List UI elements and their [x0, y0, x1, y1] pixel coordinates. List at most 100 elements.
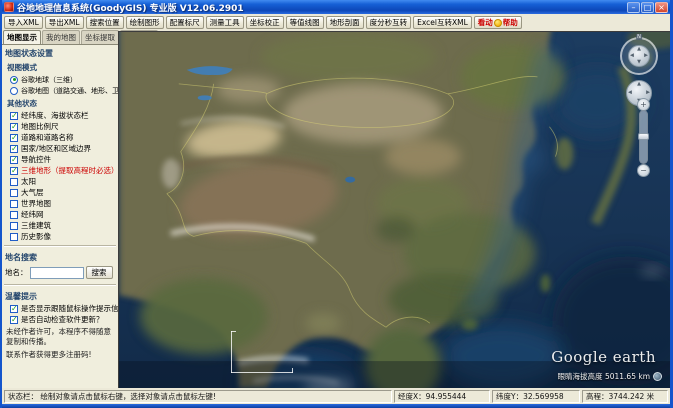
- radio-icon: [10, 87, 18, 95]
- search-label: 地名：: [5, 267, 28, 278]
- eye-altitude-readout: 眼睛海拔高度 5011.65 km: [558, 371, 662, 382]
- license-notice: 未经作者许可，本程序不得随意复制和传播。: [2, 325, 118, 348]
- checkbox-icon: [10, 156, 18, 164]
- checkbox-label: 地图比例尺: [21, 121, 59, 132]
- checkbox-icon: [10, 123, 18, 131]
- main-body: 地图显示 我的地图 坐标提取 影像下载 地图状态设置 视图模式 谷歌地球（三维）: [2, 31, 670, 388]
- tab[interactable]: 我的地图: [42, 30, 80, 44]
- layer-checkbox[interactable]: 国家/地区和区域边界: [2, 143, 118, 154]
- nav-left-icon: ◀: [630, 54, 634, 59]
- eye-altitude-text: 眼睛海拔高度 5011.65 km: [558, 371, 650, 382]
- nav-up-icon: ▲: [637, 47, 641, 52]
- checkbox-label: 三维建筑: [21, 220, 51, 231]
- help-button[interactable]: 看动 帮助: [474, 16, 522, 29]
- checkbox-icon: [10, 134, 18, 142]
- tip-checkbox[interactable]: 是否显示跟随鼠标操作提示信息？: [2, 303, 118, 314]
- toolbar-button[interactable]: 搜索位置: [86, 16, 124, 29]
- toolbar-button[interactable]: 等值线图: [286, 16, 324, 29]
- nav-right-icon: ▶: [644, 54, 648, 59]
- view-mode-radio[interactable]: 谷歌地球（三维）: [2, 74, 118, 85]
- smiley-icon: [494, 19, 502, 27]
- look-joystick-knob[interactable]: ▲ ▼ ◀ ▶: [628, 45, 650, 67]
- checkbox-icon: [10, 211, 18, 219]
- view-mode-radio-group: 谷歌地球（三维） 谷歌地图（道路交通、地形、卫图）: [2, 74, 118, 96]
- compass-north-icon: N: [636, 34, 642, 40]
- toolbar-button[interactable]: Excel互转XML: [413, 16, 472, 29]
- checkbox-label: 导航控件: [21, 154, 51, 165]
- checkbox-label: 历史影像: [21, 231, 51, 242]
- place-search-input[interactable]: [30, 267, 84, 279]
- checkbox-icon: [10, 233, 18, 241]
- nav-left-icon: ◀: [628, 91, 632, 96]
- tip-checkbox[interactable]: 是否自动检查软件更新？: [2, 314, 118, 325]
- look-joystick[interactable]: N ▲ ▼ ◀ ▶: [620, 37, 658, 75]
- layer-checkbox-group: 经纬度、海拔状态栏 地图比例尺 道路和道路名称: [2, 110, 118, 242]
- window-title: 谷地地理信息系统(GoodyGIS) 专业版 V12.06.2901: [17, 1, 624, 14]
- radio-label: 谷歌地球（三维）: [21, 75, 77, 85]
- window-controls: – □ ×: [627, 2, 668, 13]
- toolbar-button[interactable]: 度分秒互转: [366, 16, 412, 29]
- layer-checkbox[interactable]: 导航控件: [2, 154, 118, 165]
- app-icon: [4, 2, 14, 12]
- checkbox-icon: [10, 178, 18, 186]
- layer-checkbox[interactable]: 历史影像: [2, 231, 118, 242]
- checkbox-label: 世界地图: [21, 198, 51, 209]
- layer-checkbox[interactable]: 太阳: [2, 176, 118, 187]
- checkbox-label: 国家/地区和区域边界: [21, 143, 91, 154]
- elevation-label: 高程：: [586, 391, 609, 402]
- toolbar-button[interactable]: 导出XML: [45, 16, 84, 29]
- window-bottom-border: [2, 404, 670, 408]
- view-mode-radio[interactable]: 谷歌地图（道路交通、地形、卫图）: [2, 85, 118, 96]
- checkbox-label: 道路和道路名称: [21, 132, 74, 143]
- checkbox-icon: [10, 222, 18, 230]
- other-state-header: 其他状态: [2, 96, 118, 110]
- tab[interactable]: 坐标提取: [81, 30, 119, 44]
- checkbox-label: 太阳: [21, 176, 36, 187]
- radio-icon: [10, 76, 18, 84]
- layer-checkbox[interactable]: 大气层: [2, 187, 118, 198]
- contact-notice: 联系作者获得更多注册码!: [2, 348, 118, 361]
- layer-checkbox[interactable]: 三维建筑: [2, 220, 118, 231]
- settings-panel: 地图状态设置 视图模式 谷歌地球（三维） 谷歌地图（道路交通、地形、卫图）: [2, 44, 118, 388]
- separator: [4, 245, 116, 247]
- toolbar-button[interactable]: 配置标尺: [166, 16, 204, 29]
- checkbox-label: 经纬网: [21, 209, 44, 220]
- map-state-header: 地图状态设置: [2, 46, 118, 60]
- tab[interactable]: 地图显示: [3, 30, 41, 44]
- zoom-slider-handle[interactable]: [638, 133, 649, 140]
- zoom-out-button[interactable]: −: [637, 164, 650, 177]
- nav-down-icon: ▼: [637, 60, 641, 65]
- app-window: 谷地地理信息系统(GoodyGIS) 专业版 V12.06.2901 – □ ×…: [0, 0, 673, 408]
- map-viewport[interactable]: N ▲ ▼ ◀ ▶ ▲ ▼ ◀ ▶ + − Google ear: [118, 31, 670, 388]
- checkbox-icon: [10, 189, 18, 197]
- nav-right-icon: ▶: [646, 91, 650, 96]
- checkbox-icon: [10, 200, 18, 208]
- toolbar-button[interactable]: 坐标校正: [246, 16, 284, 29]
- help-label-left: 看动: [478, 17, 493, 28]
- toolbar-button-group: 导入XML 导出XML 搜索位置 绘制图形 配置标尺 测量工具 坐标校正 等值线…: [4, 16, 472, 29]
- titlebar[interactable]: 谷地地理信息系统(GoodyGIS) 专业版 V12.06.2901 – □ ×: [2, 0, 670, 14]
- satellite-map-image: [119, 32, 670, 388]
- layer-checkbox[interactable]: 世界地图: [2, 198, 118, 209]
- toolbar-button[interactable]: 测量工具: [206, 16, 244, 29]
- toolbar-button[interactable]: 导入XML: [4, 16, 43, 29]
- maximize-icon[interactable]: □: [641, 2, 654, 13]
- minimize-icon[interactable]: –: [627, 2, 640, 13]
- checkbox-label: 三维地形（提取高程时必选）: [21, 165, 118, 176]
- statusbar: 状态栏： 绘制对象请点击鼠标右键，选择对象请点击鼠标左键! 经度X： 94.95…: [2, 388, 670, 404]
- toolbar-button[interactable]: 地形剖面: [326, 16, 364, 29]
- layer-checkbox[interactable]: 道路和道路名称: [2, 132, 118, 143]
- layer-checkbox[interactable]: 经纬度、海拔状态栏: [2, 110, 118, 121]
- checkbox-label: 大气层: [21, 187, 44, 198]
- checkbox-icon: [10, 145, 18, 153]
- globe-icon: [653, 372, 662, 381]
- search-button[interactable]: 搜索: [86, 266, 113, 279]
- layer-checkbox[interactable]: 经纬网: [2, 209, 118, 220]
- layer-checkbox[interactable]: 地图比例尺: [2, 121, 118, 132]
- sidebar-tabs: 地图显示 我的地图 坐标提取 影像下载: [2, 31, 118, 44]
- longitude-label: 经度X：: [398, 391, 426, 402]
- toolbar-button[interactable]: 绘制图形: [126, 16, 164, 29]
- longitude-value: 94.955444: [426, 392, 467, 401]
- close-icon[interactable]: ×: [655, 2, 668, 13]
- layer-checkbox[interactable]: 三维地形（提取高程时必选）: [2, 165, 118, 176]
